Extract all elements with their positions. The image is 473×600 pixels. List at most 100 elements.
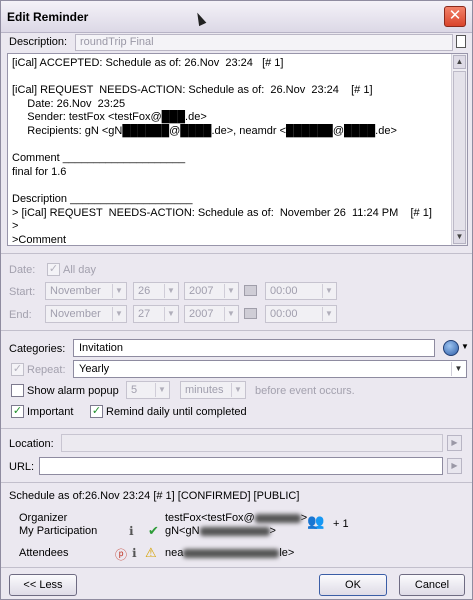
remind-daily-checkbox[interactable]: ✓ (90, 405, 103, 418)
chat-icon[interactable]: ⓟ (115, 546, 127, 563)
chevron-down-icon: ▼ (164, 307, 177, 321)
end-day-value: 27 (138, 308, 151, 320)
start-time-select[interactable]: 00:00 ▼ (265, 282, 337, 300)
redacted-text (183, 548, 280, 558)
scroll-down-icon[interactable]: ▼ (453, 230, 466, 244)
url-input[interactable] (39, 457, 443, 475)
alarm-amount-value: 5 (131, 384, 138, 396)
divider (1, 253, 472, 254)
document-icon[interactable] (456, 35, 466, 48)
scroll-thumb[interactable] (453, 71, 466, 241)
end-year-select[interactable]: 2007 ▼ (184, 305, 239, 323)
attendee-suffix: le> (279, 547, 295, 559)
check-icon[interactable]: ✔ (148, 523, 159, 539)
attendee-text: nea (165, 547, 184, 559)
divider (1, 567, 472, 568)
description-row: Description: roundTrip Final (7, 33, 468, 53)
participation-value: gN<gN > (165, 525, 276, 537)
close-button[interactable]: ✕ (444, 6, 466, 27)
chevron-down-icon[interactable]: ▼ (461, 342, 469, 351)
message-text: [iCal] ACCEPTED: Schedule as of: 26.Nov … (12, 57, 432, 243)
repeat-value: Yearly (79, 363, 110, 375)
repeat-checkbox[interactable]: ✓ (11, 363, 24, 376)
organizer-label: Organizer (19, 512, 68, 524)
redacted-text (254, 513, 301, 523)
alarm-amount-select[interactable]: 5 ▼ (126, 381, 170, 399)
end-day-select[interactable]: 27 ▼ (133, 305, 179, 323)
calendar-icon[interactable] (244, 308, 257, 319)
start-year-value: 2007 (189, 285, 214, 297)
end-time-select[interactable]: 00:00 ▼ (265, 305, 337, 323)
categories-label: Categories: (9, 343, 66, 355)
allday-checkbox[interactable]: ✓ (47, 263, 60, 276)
warning-icon[interactable]: ⚠ (145, 545, 157, 561)
repeat-select[interactable]: Yearly ▼ (73, 360, 467, 378)
title-bar[interactable]: Edit Reminder ✕ (1, 1, 472, 33)
location-label: Location: (9, 438, 54, 450)
alarm-checkbox[interactable] (11, 384, 24, 397)
chevron-down-icon: ▼ (322, 307, 335, 321)
edit-reminder-window: Edit Reminder ✕ Description: roundTrip F… (0, 0, 473, 600)
ok-button[interactable]: OK (319, 574, 387, 596)
location-input[interactable] (61, 434, 443, 452)
start-month-value: November (50, 285, 101, 297)
alarm-unit-value: minutes (185, 384, 224, 396)
chevron-down-icon: ▼ (112, 284, 125, 298)
chevron-down-icon: ▼ (224, 284, 237, 298)
description-label: Description: (9, 36, 68, 48)
attendee-value: nea le> (165, 547, 294, 559)
end-time-value: 00:00 (270, 308, 298, 320)
chevron-down-icon: ▼ (112, 307, 125, 321)
calendar-icon[interactable] (244, 285, 257, 296)
chevron-down-icon: ▼ (224, 307, 237, 321)
play-icon[interactable]: ▶ (447, 458, 462, 474)
start-day-select[interactable]: 26 ▼ (133, 282, 179, 300)
window-title: Edit Reminder (7, 10, 89, 24)
alarm-unit-select[interactable]: minutes ▼ (180, 381, 246, 399)
participant-count: + 1 (333, 518, 349, 530)
alarm-label: Show alarm popup (27, 385, 119, 397)
url-label: URL: (9, 461, 35, 473)
end-year-value: 2007 (189, 308, 214, 320)
divider (1, 428, 472, 429)
cancel-button[interactable]: Cancel (399, 574, 465, 596)
less-button[interactable]: << Less (9, 574, 77, 596)
alarm-suffix: before event occurs. (255, 385, 355, 397)
chevron-down-icon: ▼ (322, 284, 335, 298)
allday-label: All day (63, 264, 97, 276)
start-day-value: 26 (138, 285, 151, 297)
categories-input[interactable]: Invitation (73, 339, 435, 357)
end-month-select[interactable]: November ▼ (45, 305, 127, 323)
divider (1, 330, 472, 331)
end-label: End: (9, 309, 32, 321)
chevron-down-icon: ▼ (164, 284, 177, 298)
message-textarea[interactable]: [iCal] ACCEPTED: Schedule as of: 26.Nov … (7, 53, 468, 246)
play-icon[interactable]: ▶ (447, 435, 462, 451)
important-checkbox[interactable]: ✓ (11, 405, 24, 418)
start-month-select[interactable]: November ▼ (45, 282, 127, 300)
participation-suffix: > (269, 525, 276, 537)
organizer-value: testFox<testFox@ > (165, 512, 307, 524)
important-label: Important (27, 406, 74, 418)
info-icon[interactable]: ℹ (129, 524, 134, 538)
chevron-down-icon: ▼ (231, 383, 244, 397)
organizer-text: testFox<testFox@ (165, 512, 255, 524)
description-field[interactable]: roundTrip Final (75, 34, 453, 51)
info-icon[interactable]: ℹ (132, 546, 137, 560)
remind-daily-label: Remind daily until completed (106, 406, 247, 418)
start-time-value: 00:00 (270, 285, 298, 297)
chevron-down-icon: ▼ (155, 383, 168, 397)
vertical-scrollbar[interactable]: ▲ ▼ (451, 54, 467, 245)
mouse-cursor-icon (193, 10, 207, 27)
end-month-value: November (50, 308, 101, 320)
chevron-down-icon: ▼ (451, 362, 465, 376)
schedule-header: Schedule as of:26.Nov 23:24 [# 1] [CONFI… (9, 490, 300, 502)
attendees-label: Attendees (19, 547, 69, 559)
divider (1, 482, 472, 483)
start-label: Start: (9, 286, 36, 298)
people-icon[interactable]: 👥 (307, 513, 324, 530)
scroll-up-icon[interactable]: ▲ (453, 55, 466, 69)
redacted-text (199, 526, 270, 536)
globe-icon[interactable] (443, 340, 459, 356)
start-year-select[interactable]: 2007 ▼ (184, 282, 239, 300)
